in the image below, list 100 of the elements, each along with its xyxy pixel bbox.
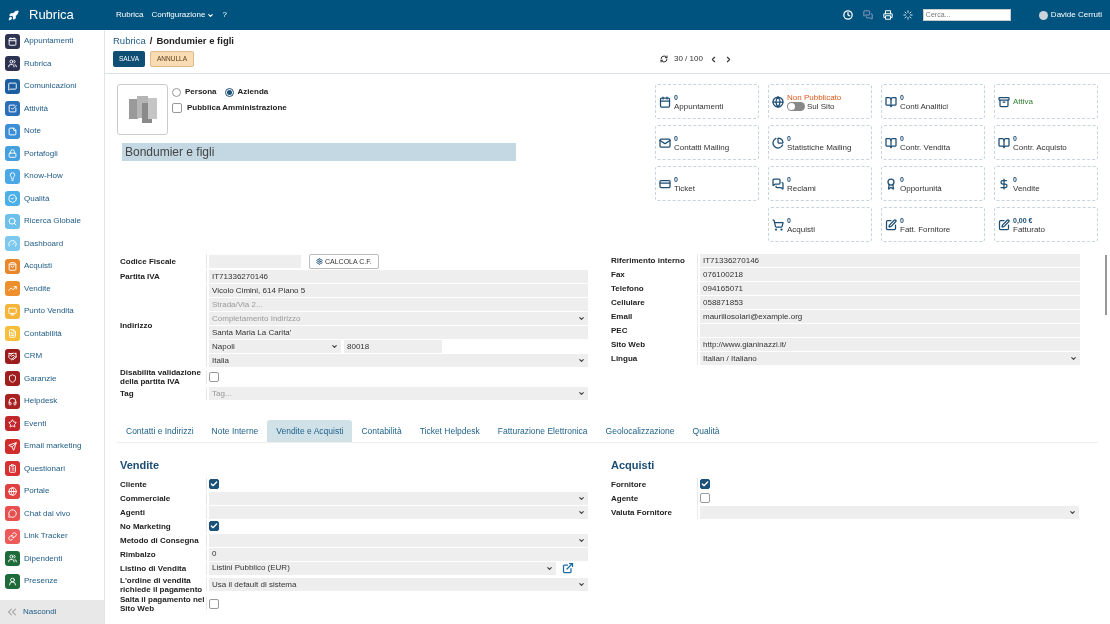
- tab[interactable]: Contabilità: [352, 420, 411, 443]
- button-label: Statistiche Mailing: [787, 142, 852, 152]
- button-label: Opportunità: [900, 183, 942, 193]
- checkbox[interactable]: [209, 479, 219, 490]
- street-field[interactable]: Vicolo Cimini, 614 Piano 5: [209, 284, 588, 298]
- select-field[interactable]: Italian / Italiano: [700, 352, 1080, 366]
- sidebar-item[interactable]: Contabilità: [0, 322, 104, 345]
- sidebar-item[interactable]: Note: [0, 120, 104, 143]
- text-field[interactable]: 094165071: [700, 282, 1080, 296]
- book-icon: [885, 95, 897, 108]
- text-field[interactable]: 058871853: [700, 296, 1080, 310]
- text-field[interactable]: IT71336270146: [700, 254, 1080, 268]
- sidebar-item[interactable]: Portale: [0, 480, 104, 503]
- select-field[interactable]: Listini Pubblico (EUR): [209, 561, 556, 575]
- checkbox[interactable]: [700, 479, 710, 490]
- sidebar-item[interactable]: Chat dal vivo: [0, 502, 104, 525]
- sidebar-item[interactable]: Ricerca Globale: [0, 210, 104, 233]
- sidebar-item[interactable]: Punto Vendita: [0, 300, 104, 323]
- field-label: Rimbalzo: [120, 549, 157, 559]
- checkbox[interactable]: [209, 521, 219, 532]
- field-label: Fornitore: [611, 479, 648, 489]
- city-field[interactable]: Napoli: [209, 340, 341, 354]
- smart-button[interactable]: Attiva: [994, 84, 1098, 120]
- field-label: Cellulare: [611, 298, 646, 308]
- select-field[interactable]: [209, 505, 588, 519]
- sidebar-item[interactable]: Presenze: [0, 570, 104, 593]
- sidebar-item[interactable]: Acquisti: [0, 255, 104, 278]
- avatar[interactable]: [1038, 10, 1048, 20]
- pie-chart-icon: [772, 136, 784, 149]
- tab[interactable]: Qualità: [683, 420, 729, 443]
- checkbox[interactable]: [209, 598, 219, 609]
- menu-item[interactable]: Rubrica: [116, 9, 144, 21]
- text-field[interactable]: 076100218: [700, 268, 1080, 282]
- printer-icon[interactable]: [882, 10, 893, 20]
- image-frame[interactable]: [117, 84, 168, 136]
- tab[interactable]: Fatturazione Elettronica: [488, 420, 597, 443]
- checkbox[interactable]: [209, 372, 219, 383]
- sidebar-item[interactable]: Appuntamenti: [0, 30, 104, 53]
- select-field[interactable]: [700, 505, 1079, 519]
- field-label: No Marketing: [120, 521, 172, 531]
- sidebar-item[interactable]: Email marketing: [0, 435, 104, 458]
- tab[interactable]: Contatti e Indirizzi: [117, 420, 203, 443]
- zip-field[interactable]: 80018: [344, 340, 442, 354]
- sidebar-item[interactable]: Garanzie: [0, 367, 104, 390]
- sidebar-item[interactable]: Vendite: [0, 277, 104, 300]
- tab[interactable]: Vendite e Acquisti: [267, 420, 353, 443]
- scrollbar[interactable]: [1105, 255, 1107, 315]
- text-field[interactable]: mauriliosolari@example.org: [700, 310, 1080, 324]
- tab[interactable]: Geolocalizzazione: [596, 420, 684, 443]
- country-field[interactable]: Italia: [209, 354, 588, 368]
- field-label: Commerciale: [120, 493, 172, 503]
- sidebar-item[interactable]: Link Tracker: [0, 525, 104, 548]
- dollar-icon: [998, 177, 1010, 190]
- field-label: Lingua: [611, 354, 639, 364]
- award-icon: [885, 177, 897, 190]
- sidebar-item[interactable]: Know-How: [0, 165, 104, 188]
- clock-icon[interactable]: [842, 10, 853, 20]
- toggle-switch[interactable]: [787, 101, 805, 111]
- smart-button[interactable]: Non Pubblicato Sul Sito: [768, 84, 872, 120]
- field-label: Sito Web: [611, 340, 647, 350]
- tab[interactable]: Ticket Helpdesk: [410, 420, 489, 443]
- sidebar-item[interactable]: Questionari: [0, 457, 104, 480]
- text-field[interactable]: 0: [209, 547, 588, 561]
- spinner-icon[interactable]: [902, 10, 913, 20]
- collapse-button[interactable]: Nascondi: [0, 600, 104, 624]
- field-label: Listino di Vendita: [120, 563, 188, 573]
- sidebar-item[interactable]: Attività: [0, 97, 104, 120]
- select-field[interactable]: [209, 491, 588, 505]
- sidebar-item[interactable]: Dashboard: [0, 232, 104, 255]
- chat-icon[interactable]: [862, 10, 873, 20]
- checkbox[interactable]: [700, 493, 710, 504]
- button-label: Reclami: [787, 183, 816, 193]
- tab[interactable]: Note Interne: [202, 420, 268, 443]
- checkbox[interactable]: [172, 103, 182, 114]
- sidebar-item[interactable]: Eventi: [0, 412, 104, 435]
- sidebar-item[interactable]: Rubrica: [0, 52, 104, 75]
- name-field[interactable]: Bondumier e figli: [122, 143, 516, 162]
- refresh-icon[interactable]: [660, 55, 668, 64]
- sidebar-item[interactable]: Comunicazioni: [0, 75, 104, 98]
- text-field[interactable]: http://www.gianinazzi.it/: [700, 338, 1080, 352]
- text-field[interactable]: IT71336270146: [209, 270, 588, 284]
- button-label: Contr. Acquisto: [1013, 142, 1067, 152]
- select-field[interactable]: Usa il default di sistema: [209, 578, 588, 592]
- sidebar-item[interactable]: Qualità: [0, 187, 104, 210]
- checkbox-label: Pubblica Amministrazione: [187, 102, 287, 115]
- sidebar-item[interactable]: Portafogli: [0, 142, 104, 165]
- menu-item[interactable]: ?: [222, 9, 227, 21]
- user-name[interactable]: Davide Cerruti: [1050, 9, 1102, 21]
- button-label: Contatti Mailing: [674, 142, 730, 152]
- breadcrumb-link[interactable]: Rubrica: [113, 34, 146, 49]
- select-field[interactable]: [209, 533, 588, 547]
- section-title: Vendite: [120, 458, 161, 474]
- field-label: Email: [611, 312, 634, 322]
- card-icon: [659, 177, 671, 190]
- sidebar-item[interactable]: CRM: [0, 345, 104, 368]
- locality-field[interactable]: Santa Maria La Carita': [209, 326, 588, 340]
- external-link-icon[interactable]: [562, 562, 574, 575]
- sidebar-item[interactable]: Helpdesk: [0, 390, 104, 413]
- sidebar-item[interactable]: Dipendenti: [0, 547, 104, 570]
- menu-item[interactable]: Configurazione: [151, 9, 215, 21]
